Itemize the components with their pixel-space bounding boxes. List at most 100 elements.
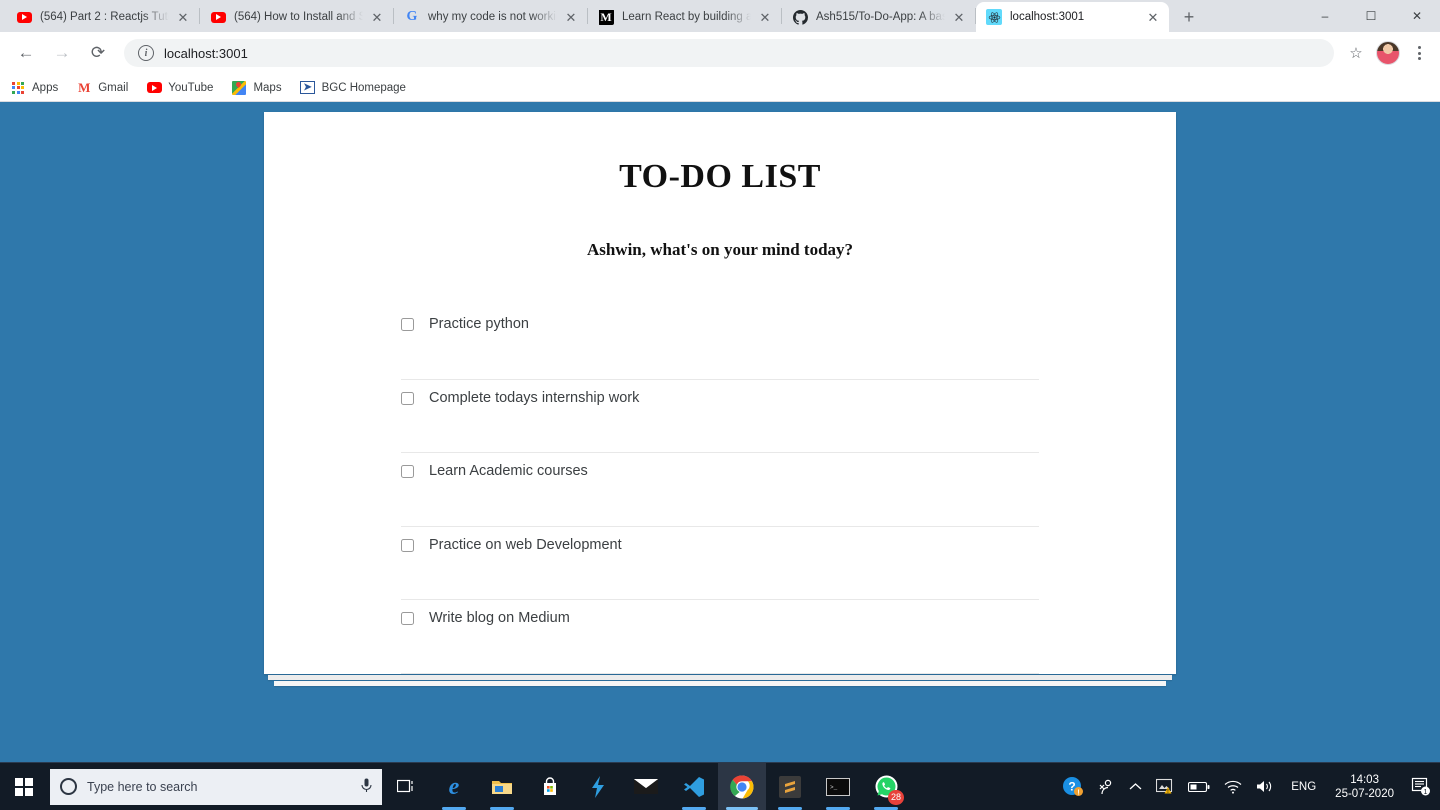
bookmark-youtube[interactable]: YouTube xyxy=(146,80,213,96)
tab-title: (564) How to Install and Setup xyxy=(234,11,363,23)
browser-toolbar: ← → ⟳ i localhost:3001 ☆ xyxy=(0,32,1440,74)
clock-date: 25-07-2020 xyxy=(1335,787,1394,800)
profile-avatar[interactable] xyxy=(1376,41,1400,65)
forward-button[interactable]: → xyxy=(47,38,77,68)
todo-checkbox[interactable] xyxy=(401,465,414,478)
address-bar-url: localhost:3001 xyxy=(164,45,248,61)
youtube-icon xyxy=(16,9,32,25)
github-icon xyxy=(792,9,808,25)
todo-label: Practice on web Development xyxy=(429,536,622,553)
bookmark-maps[interactable]: Maps xyxy=(231,80,282,96)
microsoft-store-icon[interactable] xyxy=(526,763,574,810)
whatsapp-icon[interactable]: 28 xyxy=(862,763,910,810)
clock[interactable]: 14:03 25-07-2020 xyxy=(1325,763,1404,810)
youtube-icon xyxy=(210,9,226,25)
todo-checkbox[interactable] xyxy=(401,538,414,552)
chrome-menu-icon[interactable] xyxy=(1406,40,1432,66)
windows-taskbar: Type here to search e >_ 28 ? ! ! ENG 14… xyxy=(0,762,1440,810)
help-icon[interactable]: ? ! xyxy=(1055,763,1090,810)
graphics-icon[interactable]: ! xyxy=(1149,763,1181,810)
browser-tab-3[interactable]: M Learn React by building a To ✕ xyxy=(588,2,781,32)
terminal-icon[interactable]: >_ xyxy=(814,763,862,810)
browser-tab-5-active[interactable]: localhost:3001 ✕ xyxy=(976,2,1169,32)
bookmark-bgc-homepage[interactable]: ➤ BGC Homepage xyxy=(300,80,406,96)
list-item[interactable]: Complete todays internship work xyxy=(401,380,1039,453)
bookmark-label: YouTube xyxy=(168,81,214,94)
back-button[interactable]: ← xyxy=(11,38,41,68)
vscode-icon[interactable] xyxy=(670,763,718,810)
tab-close-icon[interactable]: ✕ xyxy=(369,9,385,25)
window-controls: – ☐ ✕ xyxy=(1302,0,1440,32)
todo-checkbox[interactable] xyxy=(401,318,414,331)
sublime-text-icon[interactable] xyxy=(766,763,814,810)
todo-card: TO-DO LIST Ashwin, what's on your mind t… xyxy=(264,112,1176,685)
tab-title: Ash515/To-Do-App: A basic xyxy=(816,11,945,23)
todo-label: Complete todays internship work xyxy=(429,389,640,406)
tab-title: Learn React by building a To xyxy=(622,11,751,23)
bookmark-star-icon[interactable]: ☆ xyxy=(1342,39,1370,67)
tab-close-icon[interactable]: ✕ xyxy=(757,9,773,25)
close-window-button[interactable]: ✕ xyxy=(1394,0,1440,32)
battery-icon[interactable] xyxy=(1181,763,1217,810)
language-indicator[interactable]: ENG xyxy=(1282,763,1325,810)
maps-icon xyxy=(231,80,247,96)
todo-list: Practice python Complete todays internsh… xyxy=(401,306,1039,674)
microphone-icon[interactable] xyxy=(361,778,372,796)
chrome-browser-window: (564) Part 2 : Reactjs Tutorial ✕ (564) … xyxy=(0,0,1440,762)
list-item[interactable]: Write blog on Medium xyxy=(401,600,1039,674)
wifi-icon[interactable] xyxy=(1217,763,1249,810)
youtube-icon xyxy=(146,80,162,96)
todo-label: Write blog on Medium xyxy=(429,610,570,626)
maximize-button[interactable]: ☐ xyxy=(1348,0,1394,32)
site-info-icon[interactable]: i xyxy=(138,45,154,61)
todo-label: Learn Academic courses xyxy=(429,463,588,479)
todo-checkbox[interactable] xyxy=(401,612,414,625)
page-viewport: TO-DO LIST Ashwin, what's on your mind t… xyxy=(0,102,1440,762)
list-item[interactable]: Practice python xyxy=(401,306,1039,380)
list-item[interactable]: Learn Academic courses xyxy=(401,453,1039,527)
tab-close-icon[interactable]: ✕ xyxy=(1145,9,1161,25)
reload-button[interactable]: ⟳ xyxy=(83,38,113,68)
clock-time: 14:03 xyxy=(1350,773,1379,786)
minimize-button[interactable]: – xyxy=(1302,0,1348,32)
bgc-icon: ➤ xyxy=(300,80,316,96)
search-input[interactable]: Type here to search xyxy=(50,768,382,805)
todo-checkbox[interactable] xyxy=(401,391,414,405)
card-container: TO-DO LIST Ashwin, what's on your mind t… xyxy=(0,102,1440,685)
browser-tab-4[interactable]: Ash515/To-Do-App: A basic ✕ xyxy=(782,2,975,32)
notification-count: 1 xyxy=(1424,789,1428,796)
volume-icon[interactable] xyxy=(1249,763,1282,810)
tab-close-icon[interactable]: ✕ xyxy=(175,9,191,25)
lightning-app-icon[interactable] xyxy=(574,763,622,810)
edge-icon[interactable]: e xyxy=(430,763,478,810)
svg-text:!: ! xyxy=(1078,790,1080,797)
tab-close-icon[interactable]: ✕ xyxy=(563,9,579,25)
browser-tab-1[interactable]: (564) How to Install and Setup ✕ xyxy=(200,2,393,32)
new-tab-button[interactable]: + xyxy=(1175,3,1203,31)
show-hidden-icons-chevron-icon[interactable] xyxy=(1122,763,1149,810)
bookmark-label: Apps xyxy=(32,81,59,94)
browser-tab-0[interactable]: (564) Part 2 : Reactjs Tutorial ✕ xyxy=(6,2,199,32)
bookmark-apps[interactable]: Apps xyxy=(10,80,58,96)
page-title: TO-DO LIST xyxy=(619,158,821,195)
notifications-icon[interactable]: 1 xyxy=(1404,763,1438,810)
people-icon[interactable] xyxy=(1090,763,1122,810)
tab-strip: (564) Part 2 : Reactjs Tutorial ✕ (564) … xyxy=(0,0,1440,32)
google-icon: G xyxy=(406,9,418,24)
browser-tab-2[interactable]: G why my code is not working ✕ xyxy=(394,2,587,32)
start-button[interactable] xyxy=(0,763,48,810)
tab-title: localhost:3001 xyxy=(1010,11,1085,23)
tab-close-icon[interactable]: ✕ xyxy=(951,9,967,25)
list-item[interactable]: Practice on web Development xyxy=(401,527,1039,600)
task-view-icon[interactable] xyxy=(382,763,430,810)
search-placeholder: Type here to search xyxy=(87,779,198,794)
mail-icon[interactable] xyxy=(622,763,670,810)
bookmark-label: Gmail xyxy=(98,81,129,94)
address-bar[interactable]: i localhost:3001 xyxy=(124,39,1334,67)
chrome-icon[interactable] xyxy=(718,762,766,810)
cortana-icon xyxy=(60,778,77,795)
svg-text:>_: >_ xyxy=(830,784,838,791)
bookmark-gmail[interactable]: M Gmail xyxy=(76,80,128,96)
system-tray: ? ! ! ENG 14:03 25-07-2020 1 xyxy=(1055,763,1440,810)
file-explorer-icon[interactable] xyxy=(478,763,526,810)
